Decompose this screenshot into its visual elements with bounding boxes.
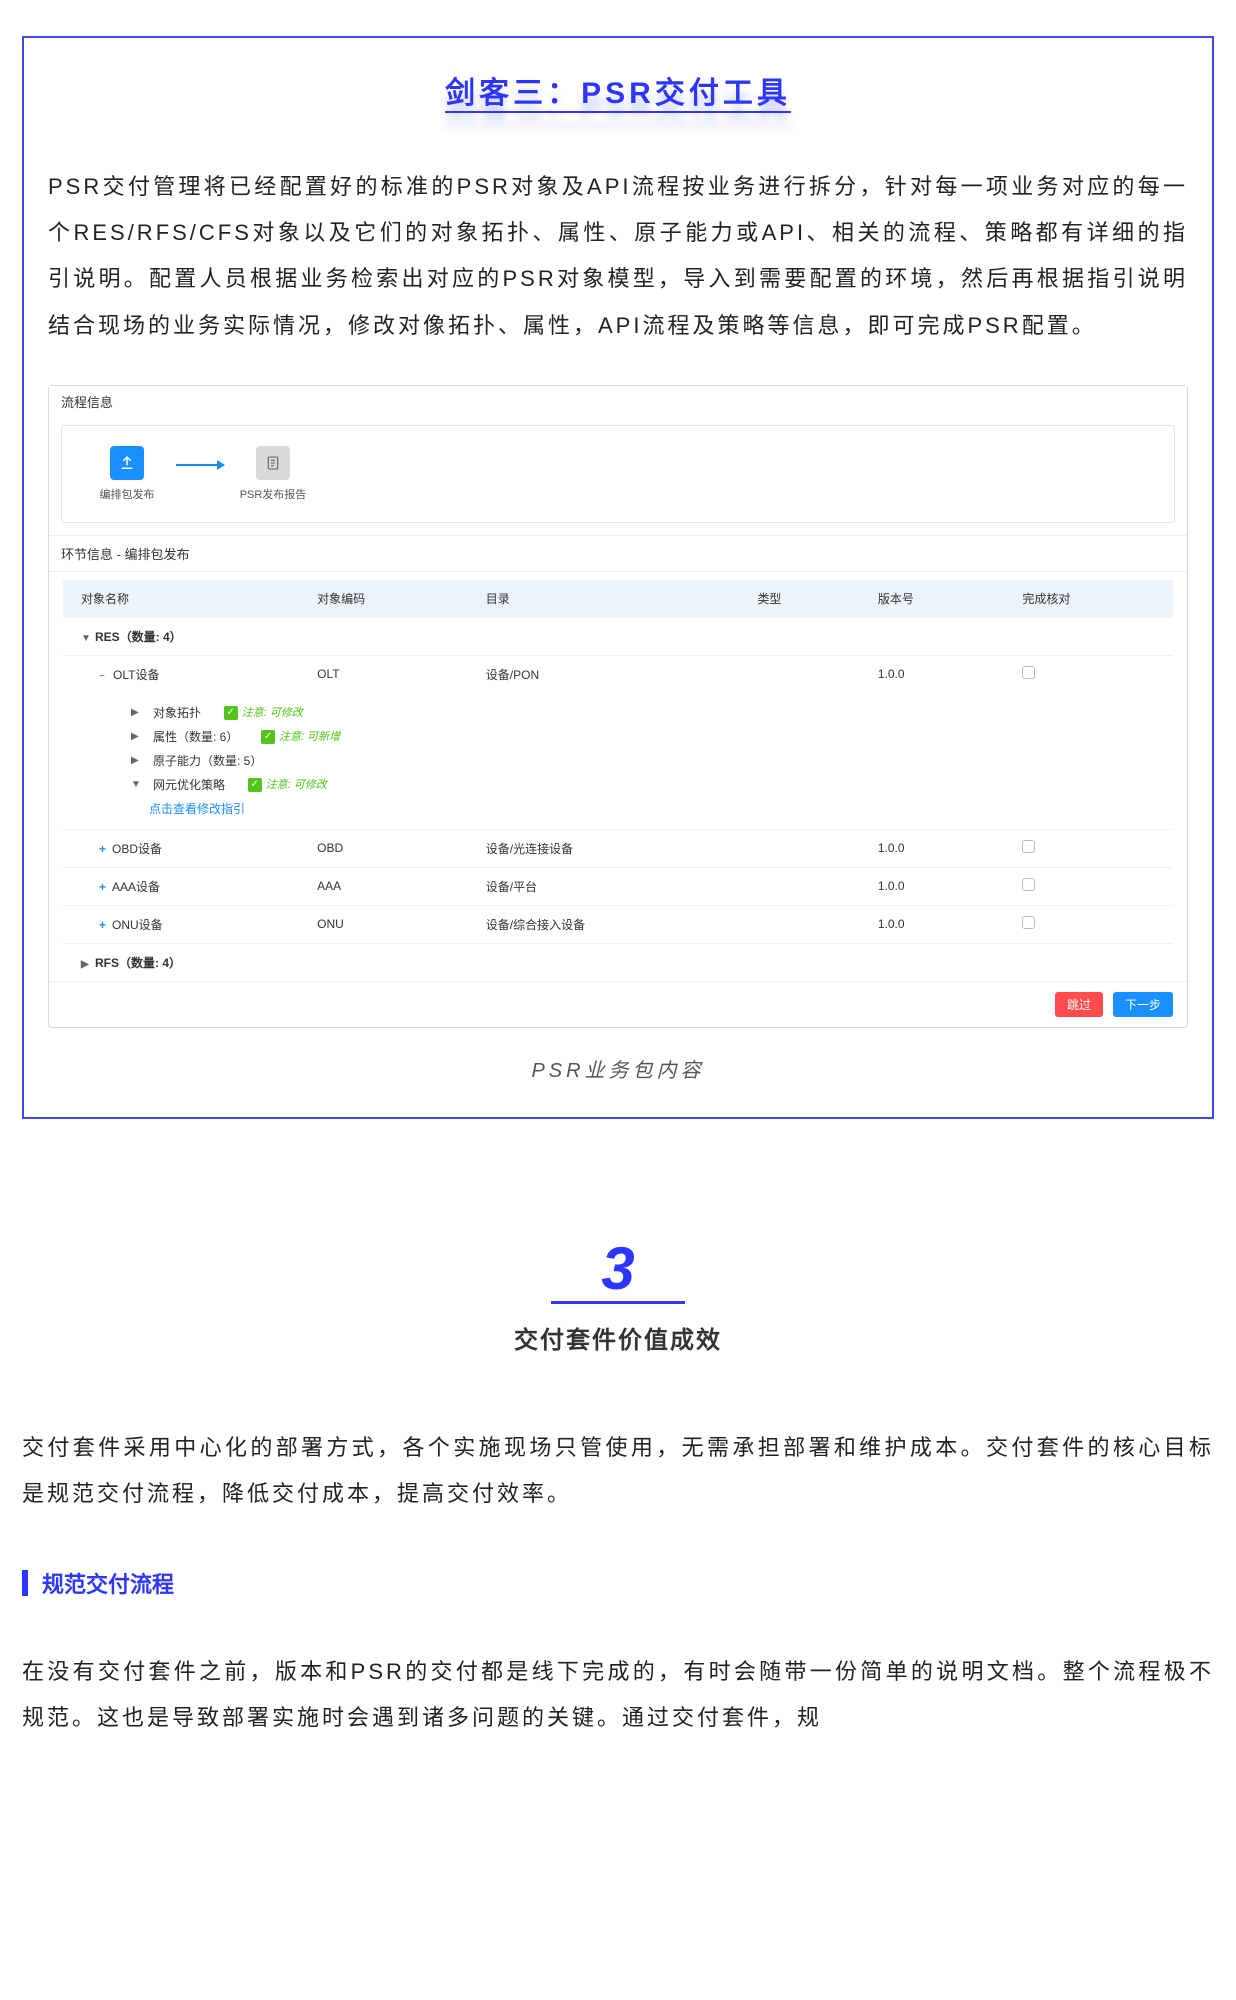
objects-table: 对象名称 对象编码 目录 类型 版本号 完成核对 ▼RES（数量: 4） −OL… [63,580,1173,981]
col-code: 对象编码 [299,580,468,618]
table-row: ▶ 对象拓扑 注意: 可修改 ▶ 属性（数量: 6） 注意: 可新增 ▶ 原子能力（数… [63,693,1173,830]
caret-right-icon: ▶ [131,751,141,771]
cell-code: OBD [299,829,468,867]
rfs-group-label: RFS（数量: 4） [95,956,181,970]
cell-ver: 1.0.0 [860,905,1005,943]
hint-badge: 注意: 可新增 [261,726,340,748]
card-title: 剑客三：PSR交付工具 [48,68,1188,112]
psr-tool-card: 剑客三：PSR交付工具 PSR交付管理将已经配置好的标准的PSR对象及API流程… [22,36,1214,1119]
section-number-wrap: 3 [0,1239,1236,1304]
done-checkbox[interactable] [1022,878,1035,891]
col-dir: 目录 [468,580,740,618]
cell-type [739,867,859,905]
table-row[interactable]: −OLT设备 OLT 设备/PON 1.0.0 [63,655,1173,693]
subitem-label: 属性（数量: 6） [153,725,238,749]
cell-type [739,829,859,867]
plus-icon[interactable]: + [99,880,106,894]
cell-code: AAA [299,867,468,905]
hint-badge: 注意: 可修改 [224,702,303,724]
footer-actions: 跳过 下一步 [49,981,1187,1027]
subheading-text: 规范交付流程 [42,1567,174,1599]
col-done: 完成核对 [1004,580,1173,618]
cell-dir: 设备/PON [468,655,740,693]
flow-diagram: 编排包发布 PSR发布报告 [61,425,1175,523]
cell-dir: 设备/平台 [468,867,740,905]
caret-right-icon: ▶ [81,959,91,970]
caret-down-icon: ▼ [131,775,141,795]
section-number: 3 [551,1239,684,1304]
embedded-screenshot: 流程信息 编排包发布 PSR发布报告 环节信息 - 编排包发布 对象名称 [48,385,1188,1028]
subitem-label: 原子能力（数量: 5） [153,749,262,773]
next-button[interactable]: 下一步 [1113,992,1173,1017]
skip-button[interactable]: 跳过 [1055,992,1103,1017]
cell-ver: 1.0.0 [860,655,1005,693]
table-header-row: 对象名称 对象编码 目录 类型 版本号 完成核对 [63,580,1173,618]
list-item[interactable]: 点击查看修改指引 [131,797,1155,821]
col-type: 类型 [739,580,859,618]
caret-right-icon: ▶ [131,727,141,747]
cell-name: AAA设备 [112,880,160,894]
upload-icon [110,446,144,480]
table-row[interactable]: + OBD设备 OBD 设备/光连接设备 1.0.0 [63,829,1173,867]
cell-type [739,905,859,943]
subitem-label: 网元优化策略 [153,773,225,797]
cell-name: ONU设备 [112,918,163,932]
guide-link[interactable]: 点击查看修改指引 [149,797,245,821]
cell-ver: 1.0.0 [860,829,1005,867]
list-item[interactable]: ▶ 原子能力（数量: 5） [131,749,1155,773]
stage-subhead: 环节信息 - 编排包发布 [49,535,1187,572]
table-row[interactable]: + ONU设备 ONU 设备/综合接入设备 1.0.0 [63,905,1173,943]
card-paragraph: PSR交付管理将已经配置好的标准的PSR对象及API流程按业务进行拆分，针对每一… [48,164,1188,349]
flow-node-report[interactable]: PSR发布报告 [238,446,308,502]
flow-info-title: 流程信息 [49,386,1187,417]
sub-list: ▶ 对象拓扑 注意: 可修改 ▶ 属性（数量: 6） 注意: 可新增 ▶ 原子能力（数… [81,701,1155,821]
minus-icon[interactable]: − [99,671,109,682]
plus-icon[interactable]: + [99,842,106,856]
cell-type [739,655,859,693]
table-row[interactable]: + AAA设备 AAA 设备/平台 1.0.0 [63,867,1173,905]
done-checkbox[interactable] [1022,666,1035,679]
flow-node-label: PSR发布报告 [240,486,307,502]
list-item[interactable]: ▶ 对象拓扑 注意: 可修改 [131,701,1155,725]
cell-ver: 1.0.0 [860,867,1005,905]
list-item[interactable]: ▼ 网元优化策略 注意: 可修改 [131,773,1155,797]
caret-down-icon: ▼ [81,633,91,644]
section-title: 交付套件价值成效 [0,1320,1236,1355]
subitem-label: 对象拓扑 [153,701,201,725]
flow-node-label: 编排包发布 [100,486,155,502]
flow-node-publish[interactable]: 编排包发布 [92,446,162,502]
document-icon [256,446,290,480]
cell-code: ONU [299,905,468,943]
hint-badge: 注意: 可修改 [248,774,327,796]
cell-dir: 设备/光连接设备 [468,829,740,867]
list-item[interactable]: ▶ 属性（数量: 6） 注意: 可新增 [131,725,1155,749]
done-checkbox[interactable] [1022,916,1035,929]
figure-caption: PSR业务包内容 [48,1054,1188,1083]
col-name: 对象名称 [63,580,299,618]
cell-dir: 设备/综合接入设备 [468,905,740,943]
table-row[interactable]: ▶ RFS（数量: 4） [63,943,1173,981]
flow-arrow-icon [176,464,224,466]
caret-right-icon: ▶ [131,703,141,723]
cell-name: OLT设备 [113,668,159,682]
res-group-label: RES（数量: 4） [95,630,182,644]
plus-icon[interactable]: + [99,918,106,932]
accent-bar-icon [22,1570,28,1596]
col-ver: 版本号 [860,580,1005,618]
subheading: 规范交付流程 [22,1567,1214,1599]
done-checkbox[interactable] [1022,840,1035,853]
section-paragraph-2: 在没有交付套件之前，版本和PSR的交付都是线下完成的，有时会随带一份简单的说明文… [22,1649,1214,1741]
section-paragraph: 交付套件采用中心化的部署方式，各个实施现场只管使用，无需承担部署和维护成本。交付… [22,1425,1214,1517]
table-row[interactable]: ▼ RES（数量: 4） [63,617,1173,655]
cell-code: OLT [299,655,468,693]
cell-name: OBD设备 [112,842,162,856]
